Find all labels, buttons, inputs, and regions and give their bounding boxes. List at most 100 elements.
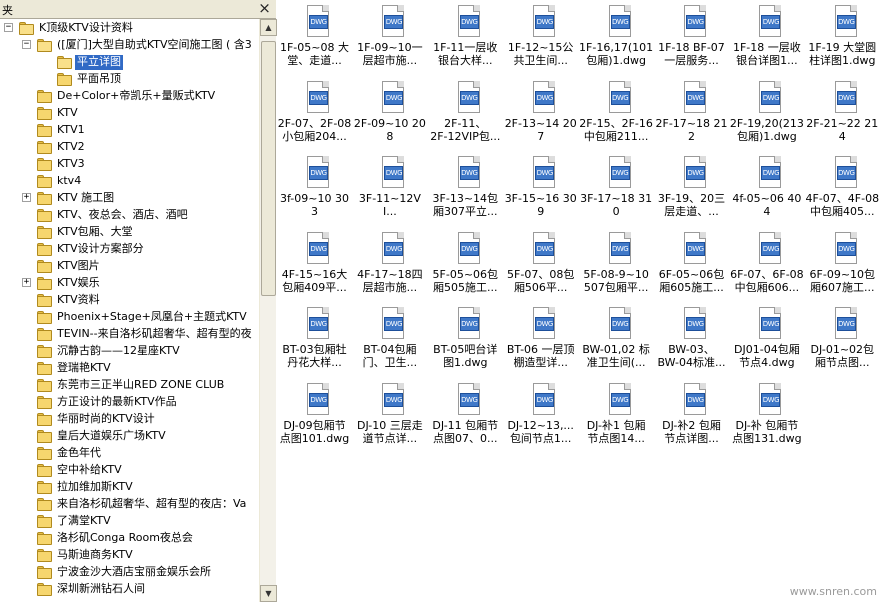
tree-item-label[interactable]: 平立详图 [75, 55, 123, 70]
tree-item-label[interactable]: KTV、夜总会、酒店、酒吧 [55, 208, 190, 223]
file-item[interactable]: DWG BT-04包厢 门、卫生... [352, 305, 427, 377]
file-item[interactable]: DWG 2F-15、2F-16 中包厢211... [579, 79, 654, 151]
file-item[interactable]: DWG 4F-17~18四 层超市施... [352, 230, 427, 302]
tree-item[interactable]: − K顶级KTV设计资料 [0, 20, 259, 37]
file-item[interactable]: DWG DJ-补 包厢节 点图131.dwg [729, 381, 804, 453]
tree-item-label[interactable]: ([厦门]大型自助式KTV空间施工图 ( 含3 [55, 38, 254, 53]
tree-item-label[interactable]: KTV图片 [55, 259, 102, 274]
file-item[interactable]: DWG 1F-19 大堂圆 柱详图1.dwg [805, 3, 880, 75]
file-item[interactable]: DWG DJ-10 三层走 道节点详... [352, 381, 427, 453]
file-item[interactable]: DWG 1F-12~15公 共卫生间... [503, 3, 578, 75]
tree-item-label[interactable]: TEVIN--来自洛杉矶超奢华、超有型的夜 [55, 327, 254, 342]
file-item[interactable]: DWG DJ01-04包厢 节点4.dwg [729, 305, 804, 377]
tree-item[interactable]: Phoenix+Stage+凤凰台+主题式KTV [0, 309, 259, 326]
tree-item[interactable]: 皇后大道娱乐广场KTV [0, 428, 259, 445]
tree-item[interactable]: KTV设计方案部分 [0, 241, 259, 258]
tree-item[interactable]: 宁波金沙大酒店宝丽金娱乐会所 [0, 564, 259, 581]
expand-plus-icon[interactable]: + [22, 278, 31, 287]
file-item[interactable]: DWG 2F-17~18 212包厢1.dwg [654, 79, 729, 151]
file-item[interactable]: DWG DJ-09包厢节 点图101.dwg [277, 381, 352, 453]
file-item[interactable]: DWG BW-03、 BW-04标准... [654, 305, 729, 377]
file-item[interactable]: DWG 3F-17~18 310包厢平立... [579, 154, 654, 226]
collapse-minus-icon[interactable]: − [4, 23, 13, 32]
tree-item-label[interactable]: KTV设计方案部分 [55, 242, 146, 257]
tree-item[interactable]: 金色年代 [0, 445, 259, 462]
tree-item-label[interactable]: KTV2 [55, 140, 87, 155]
tree-item[interactable]: 深圳新洲钻石人间 [0, 581, 259, 598]
tree-item-label[interactable]: De+Color+帝凯乐+量贩式KTV [55, 89, 217, 104]
tree-item-label[interactable]: KTV包厢、大堂 [55, 225, 135, 240]
close-icon[interactable]: × [257, 1, 272, 16]
tree-item-label[interactable]: 方正设计的最新KTV作品 [55, 395, 179, 410]
file-item[interactable]: DWG 1F-16,17(101 包厢)1.dwg [579, 3, 654, 75]
file-item[interactable]: DWG BW-01,02 标准卫生间(... [579, 305, 654, 377]
tree-item-label[interactable]: 深圳新洲钻石人间 [55, 582, 147, 597]
tree-item-label[interactable]: 登瑞艳KTV [55, 361, 113, 376]
file-item[interactable]: DWG DJ-补1 包厢 节点图14... [579, 381, 654, 453]
tree-item-label[interactable]: Phoenix+Stage+凤凰台+主题式KTV [55, 310, 249, 325]
file-item[interactable]: DWG 4f-05~06 404大包厢平... [729, 154, 804, 226]
tree-item[interactable]: KTV1 [0, 122, 259, 139]
tree-item-label[interactable]: 平面吊顶 [75, 72, 123, 87]
tree-item[interactable]: 拉加维加斯KTV [0, 479, 259, 496]
expand-plus-icon[interactable]: + [22, 193, 31, 202]
file-item[interactable]: DWG 5F-08-9~10 507包厢平... [579, 230, 654, 302]
tree-item-label[interactable]: 金色年代 [55, 446, 103, 461]
tree-item-label[interactable]: KTV3 [55, 157, 87, 172]
file-item[interactable]: DWG 5F-05~06包 厢505施工... [428, 230, 503, 302]
file-item[interactable]: DWG BT-06 一层顶 棚造型详... [503, 305, 578, 377]
tree-item[interactable]: 登瑞艳KTV [0, 360, 259, 377]
tree-item[interactable]: KTV [0, 105, 259, 122]
tree-item[interactable]: KTV、夜总会、酒店、酒吧 [0, 207, 259, 224]
file-item[interactable]: DWG 4F-07、4F-08 中包厢405... [805, 154, 880, 226]
file-item[interactable]: DWG DJ-12~13,... 包间节点1... [503, 381, 578, 453]
tree-item[interactable]: KTV3 [0, 156, 259, 173]
tree-item-label[interactable]: 沉静古韵——12星座KTV [55, 344, 182, 359]
file-item[interactable]: DWG 1F-05~08 大堂、走道... [277, 3, 352, 75]
tree-item[interactable]: + KTV娱乐 [0, 275, 259, 292]
file-item[interactable]: DWG 3F-19、20三 层走道、... [654, 154, 729, 226]
tree-item[interactable]: − ([厦门]大型自助式KTV空间施工图 ( 含3 [0, 37, 259, 54]
tree-item[interactable]: + KTV 施工图 [0, 190, 259, 207]
tree-item[interactable]: 空中补给KTV [0, 462, 259, 479]
tree-item-label[interactable]: KTV [55, 106, 80, 121]
file-item[interactable]: DWG 3F-15~16 309包厢1.dwg [503, 154, 578, 226]
tree-item[interactable]: KTV2 [0, 139, 259, 156]
file-item[interactable]: DWG DJ-01~02包 厢节点图... [805, 305, 880, 377]
tree-item[interactable]: KTV资料 [0, 292, 259, 309]
file-item[interactable]: DWG 5F-07、08包 厢506平... [503, 230, 578, 302]
file-item[interactable]: DWG 6F-07、6F-08 中包厢606... [729, 230, 804, 302]
tree-item[interactable]: 平立详图 [0, 54, 259, 71]
tree-item[interactable]: 沉静古韵——12星座KTV [0, 343, 259, 360]
file-item[interactable]: DWG 2F-13~14 207包厢1.dwg [503, 79, 578, 151]
tree-item[interactable]: 平面吊顶 [0, 71, 259, 88]
file-item[interactable]: DWG 3f-09~10 303中包厢平... [277, 154, 352, 226]
file-item[interactable]: DWG 2F-11、 2F-12VIP包... [428, 79, 503, 151]
tree-item[interactable]: TEVIN--来自洛杉矶超奢华、超有型的夜 [0, 326, 259, 343]
tree-item[interactable]: KTV包厢、大堂 [0, 224, 259, 241]
file-item[interactable]: DWG 4F-15~16大 包厢409平... [277, 230, 352, 302]
file-item[interactable]: DWG 1F-18 一层收 银台详图1... [729, 3, 804, 75]
tree-item-label[interactable]: 东莞市三正半山RED ZONE CLUB [55, 378, 226, 393]
file-item[interactable]: DWG 6F-05~06包 厢605施工... [654, 230, 729, 302]
file-item[interactable]: DWG 2F-07、2F-08 小包厢204... [277, 79, 352, 151]
tree-item-label[interactable]: KTV 施工图 [55, 191, 116, 206]
file-item[interactable]: DWG 1F-09~10一 层超市施... [352, 3, 427, 75]
file-item[interactable]: DWG BT-03包厢牡 丹花大样... [277, 305, 352, 377]
scroll-thumb[interactable] [261, 41, 276, 296]
tree-item[interactable]: 了满堂KTV [0, 513, 259, 530]
file-item[interactable]: DWG 3F-13~14包 厢307平立... [428, 154, 503, 226]
tree-item[interactable]: 马斯迪商务KTV [0, 547, 259, 564]
scroll-down-arrow-icon[interactable]: ▼ [260, 585, 277, 602]
tree-item-label[interactable]: 空中补给KTV [55, 463, 124, 478]
tree-item-label[interactable]: 拉加维加斯KTV [55, 480, 135, 495]
file-item[interactable]: DWG 2F-09~10 208小包厢1.dwg [352, 79, 427, 151]
file-item[interactable]: DWG BT-05吧台详 图1.dwg [428, 305, 503, 377]
tree-item-label[interactable]: K顶级KTV设计资料 [37, 21, 135, 36]
file-item[interactable]: DWG 2F-21~22 214包厢1.dwg [805, 79, 880, 151]
tree-item-label[interactable]: 华丽时尚的KTV设计 [55, 412, 157, 427]
tree-item-label[interactable]: ktv4 [55, 174, 83, 189]
tree-item[interactable]: 来自洛杉矶超奢华、超有型的夜店：Va [0, 496, 259, 513]
tree-item[interactable]: 华丽时尚的KTV设计 [0, 411, 259, 428]
tree-item[interactable]: KTV图片 [0, 258, 259, 275]
